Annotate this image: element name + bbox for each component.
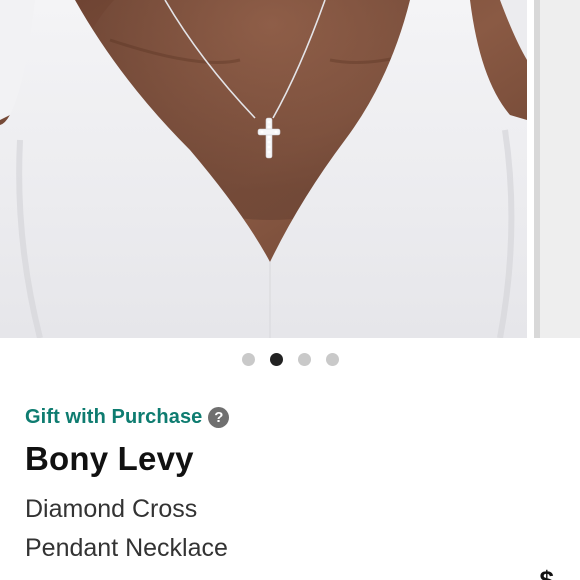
product-name: Diamond Cross Pendant Necklace <box>25 490 325 568</box>
carousel-pagination <box>0 352 580 368</box>
product-name-line-1: Diamond Cross <box>25 495 198 523</box>
product-photo-necklace <box>0 0 527 338</box>
product-price: $ <box>539 565 554 580</box>
help-icon[interactable]: ? <box>208 406 230 428</box>
carousel-dot-4[interactable] <box>326 353 339 366</box>
product-name-line-2: Pendant Necklace <box>25 534 228 562</box>
product-page: Gift with Purchase ? Bony Levy Diamond C… <box>0 0 580 580</box>
next-product-image-peek[interactable] <box>534 0 580 338</box>
carousel-dot-2[interactable] <box>270 353 283 366</box>
product-image[interactable] <box>0 0 527 338</box>
gift-with-purchase-row: Gift with Purchase ? <box>25 403 230 431</box>
carousel-dot-1[interactable] <box>242 353 255 366</box>
product-image-carousel[interactable] <box>0 0 580 338</box>
product-brand[interactable]: Bony Levy <box>25 440 194 478</box>
carousel-dot-3[interactable] <box>298 353 311 366</box>
gift-with-purchase-link[interactable]: Gift with Purchase <box>25 406 202 429</box>
